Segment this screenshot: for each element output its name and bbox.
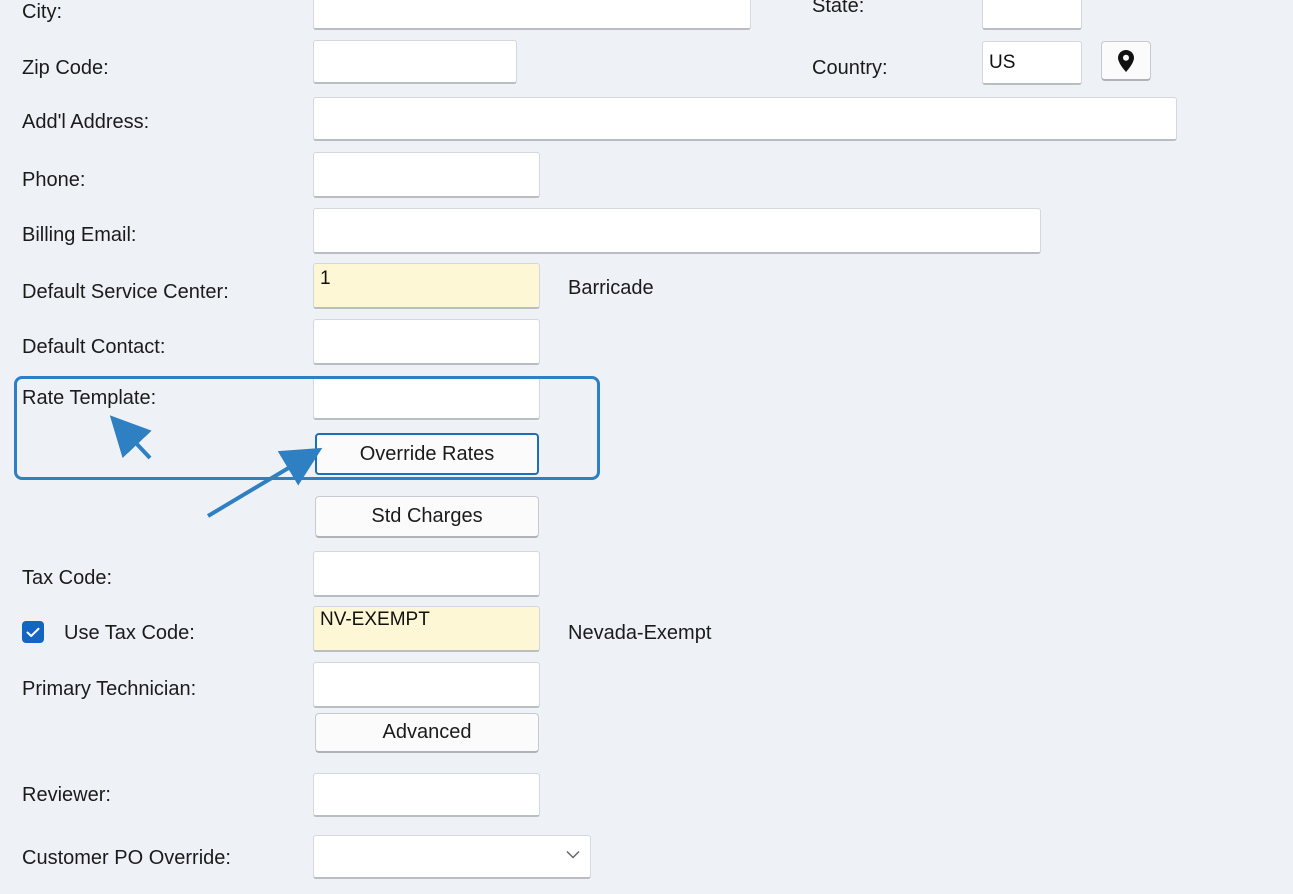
override-rates-button[interactable]: Override Rates	[315, 433, 539, 475]
reviewer-label: Reviewer:	[22, 784, 111, 806]
rate-template-input[interactable]	[313, 376, 540, 420]
annotation-arrow-rate-template	[109, 415, 152, 460]
addl-address-input[interactable]	[313, 97, 1177, 141]
zip-code-label: Zip Code:	[22, 57, 109, 79]
country-input[interactable]	[982, 41, 1082, 85]
default-contact-input[interactable]	[313, 319, 540, 365]
default-contact-label: Default Contact:	[22, 336, 166, 358]
checkmark-icon	[26, 627, 40, 637]
tax-code-input[interactable]	[313, 551, 540, 597]
primary-technician-label: Primary Technician:	[22, 678, 197, 700]
use-tax-code-label: Use Tax Code:	[64, 622, 195, 644]
default-service-center-label: Default Service Center:	[22, 281, 229, 303]
annotation-arrow-override-rates	[206, 447, 323, 518]
addl-address-label: Add'l Address:	[22, 111, 150, 133]
state-input[interactable]	[982, 0, 1082, 30]
map-pin-icon	[1118, 49, 1134, 72]
reviewer-input[interactable]	[313, 773, 540, 817]
phone-input[interactable]	[313, 152, 540, 198]
use-tax-code-checkbox[interactable]	[22, 621, 44, 643]
rate-template-label: Rate Template:	[22, 387, 157, 409]
customer-po-override-label: Customer PO Override:	[22, 847, 231, 869]
country-label: Country:	[812, 57, 888, 79]
primary-technician-input[interactable]	[313, 662, 540, 708]
default-service-center-input[interactable]	[313, 263, 540, 309]
customer-po-override-select[interactable]	[313, 835, 591, 879]
map-location-button[interactable]	[1101, 41, 1151, 81]
zip-code-input[interactable]	[313, 40, 517, 84]
tax-code-label: Tax Code:	[22, 567, 113, 589]
service-center-description: Barricade	[568, 277, 654, 299]
state-label: State:	[812, 0, 865, 17]
advanced-button[interactable]: Advanced	[315, 713, 539, 753]
tax-code-description: Nevada-Exempt	[568, 622, 712, 644]
std-charges-button[interactable]: Std Charges	[315, 496, 539, 538]
city-label: City:	[22, 1, 62, 23]
phone-label: Phone:	[22, 169, 86, 191]
billing-email-label: Billing Email:	[22, 224, 137, 246]
city-input[interactable]	[313, 0, 751, 30]
use-tax-code-input[interactable]	[313, 606, 540, 652]
chevron-down-icon	[566, 850, 580, 859]
billing-email-input[interactable]	[313, 208, 1041, 254]
